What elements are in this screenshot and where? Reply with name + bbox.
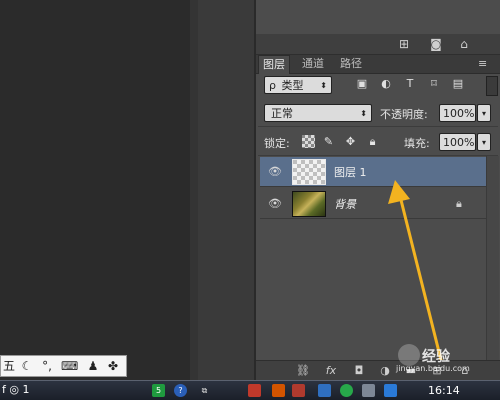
tray-icon[interactable] <box>384 384 397 397</box>
mask-icon[interactable]: ◘ <box>350 363 368 379</box>
tray-icon[interactable] <box>248 384 261 397</box>
watermark-url: jingyan.baidu.com <box>396 364 470 373</box>
clock[interactable]: 16:14 <box>428 384 460 397</box>
baidu-watermark: 经验 jingyan.baidu.com <box>396 344 500 384</box>
watermark-brand: 经验 <box>422 349 450 365</box>
keyboard-icon[interactable]: ⌨ <box>61 358 78 374</box>
tray-icon[interactable] <box>340 384 353 397</box>
taskbar-app-label[interactable]: f ◎ 1 <box>2 383 29 396</box>
app-icon[interactable]: 5 <box>152 384 165 397</box>
window-switch-icon[interactable]: ⧉ <box>198 384 211 397</box>
user-icon[interactable]: ♟ <box>85 358 101 374</box>
help-icon[interactable]: ? <box>174 384 187 397</box>
ime-toolbar: 五 ☾ °, ⌨ ♟ ✤ <box>0 355 127 377</box>
moon-icon[interactable]: ☾ <box>19 358 35 374</box>
adjustment-icon[interactable]: ◑ <box>376 363 394 379</box>
tray-icon[interactable] <box>272 384 285 397</box>
paw-logo-icon <box>398 344 420 366</box>
ime-mode-label[interactable]: 五 <box>1 358 17 374</box>
fx-icon[interactable]: fx <box>322 363 340 379</box>
annotation-arrow-icon <box>388 180 443 362</box>
tray-icon[interactable] <box>318 384 331 397</box>
tray-icon[interactable] <box>292 384 305 397</box>
link-icon[interactable]: ⛓︎ <box>294 363 312 379</box>
punctuation-icon[interactable]: °, <box>39 358 55 374</box>
apps-icon[interactable]: ✤ <box>105 358 121 374</box>
tray-icon[interactable] <box>362 384 375 397</box>
